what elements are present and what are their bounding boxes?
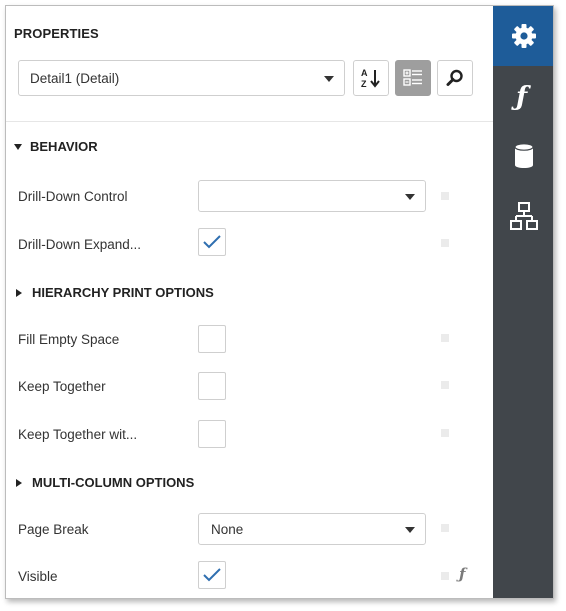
search-button[interactable] [437, 60, 473, 96]
visible-checkbox[interactable] [198, 561, 226, 589]
property-label-keep-together: Keep Together [18, 379, 106, 394]
tab-properties[interactable] [493, 6, 553, 66]
toolbar-divider [6, 121, 493, 122]
group-title-hierarchy-print-options: HIERARCHY PRINT OPTIONS [32, 285, 214, 300]
categorized-view-button[interactable] [395, 60, 431, 96]
checkmark-icon [203, 568, 221, 582]
group-title-multi-column-options: MULTI-COLUMN OPTIONS [32, 475, 195, 490]
expression-function-icon[interactable]: ƒ [459, 565, 465, 583]
svg-text:A: A [361, 68, 368, 78]
chevron-down-icon [324, 76, 334, 82]
keep-together-with-checkbox[interactable] [198, 420, 226, 448]
panel-title: PROPERTIES [14, 26, 99, 41]
page-break-value: None [211, 522, 244, 537]
search-icon [446, 69, 463, 86]
properties-panel: PROPERTIES Detail1 (Detail) A Z BEHAVIOR… [6, 6, 493, 598]
property-marker[interactable] [441, 572, 449, 580]
property-label-drill-down-control: Drill-Down Control [18, 189, 128, 204]
chevron-down-icon [405, 194, 415, 200]
property-label-keep-together-with: Keep Together wit... [18, 427, 138, 442]
expand-triangle-icon [16, 478, 22, 487]
checkmark-icon [203, 235, 221, 249]
group-title-behavior: BEHAVIOR [30, 139, 98, 154]
categorized-view-icon [403, 69, 422, 86]
group-header-multi-column-options[interactable]: MULTI-COLUMN OPTIONS [14, 475, 194, 490]
drill-down-control-select[interactable] [198, 180, 426, 212]
gear-icon [512, 24, 536, 48]
tab-expressions[interactable]: ƒ [493, 66, 553, 126]
svg-text:Z: Z [361, 79, 367, 89]
chevron-down-icon [405, 527, 415, 533]
property-label-drill-down-expanded: Drill-Down Expand... [18, 237, 142, 252]
group-header-hierarchy-print-options[interactable]: HIERARCHY PRINT OPTIONS [14, 285, 214, 300]
sort-alphabetical-icon: A Z [361, 68, 380, 89]
database-icon [514, 143, 534, 168]
tab-field-list[interactable] [493, 126, 553, 186]
report-explorer-icon [510, 202, 538, 230]
component-selector[interactable]: Detail1 (Detail) [18, 60, 345, 96]
property-marker[interactable] [441, 334, 449, 342]
expand-triangle-icon [16, 288, 22, 297]
svg-text:ƒ: ƒ [511, 82, 531, 111]
property-label-page-break: Page Break [18, 522, 89, 537]
function-icon: ƒ [511, 82, 531, 111]
tab-report-explorer[interactable] [493, 186, 553, 246]
property-label-visible: Visible [18, 569, 58, 584]
keep-together-checkbox[interactable] [198, 372, 226, 400]
property-marker[interactable] [441, 381, 449, 389]
property-marker[interactable] [441, 524, 449, 532]
property-marker[interactable] [441, 192, 449, 200]
property-marker[interactable] [441, 429, 449, 437]
property-marker[interactable] [441, 239, 449, 247]
group-header-behavior[interactable]: BEHAVIOR [14, 139, 98, 154]
component-selector-value: Detail1 (Detail) [30, 71, 120, 86]
panel-tab-strip: ƒ [493, 6, 553, 598]
page-break-select[interactable]: None [198, 513, 426, 545]
properties-window: PROPERTIES Detail1 (Detail) A Z BEHAVIOR… [5, 5, 554, 599]
property-label-fill-empty-space: Fill Empty Space [18, 332, 120, 347]
fill-empty-space-checkbox[interactable] [198, 325, 226, 353]
collapse-triangle-icon [14, 143, 22, 150]
drill-down-expanded-checkbox[interactable] [198, 228, 226, 256]
sort-alphabetical-button[interactable]: A Z [353, 60, 389, 96]
